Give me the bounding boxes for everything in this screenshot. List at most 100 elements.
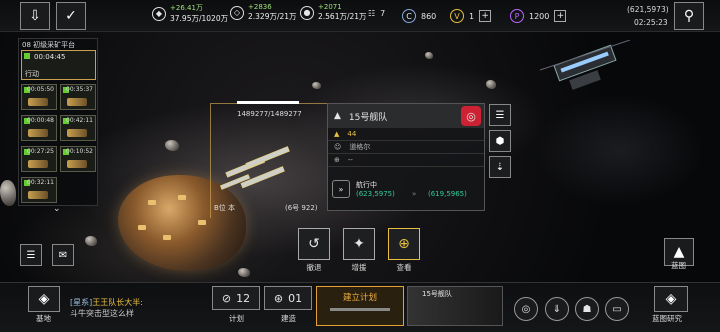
notes-icon[interactable]: ☰ (20, 244, 42, 266)
rank-icon: ▲ (334, 130, 340, 138)
asteroid-small (425, 52, 433, 59)
route-to: (619,5965) (428, 190, 467, 198)
token-icon: V (450, 9, 464, 23)
reinforce-label: 增援 (351, 263, 367, 272)
ship-count: 7 (380, 9, 386, 18)
reinforce-button[interactable]: ✦ (343, 228, 375, 260)
queue-status: 行动 (25, 70, 39, 78)
ore-gain: +26.41万 (170, 4, 203, 12)
chat-box[interactable]: [星系]王王队长大半: 斗牛突击型这么样 (70, 297, 202, 319)
queue-item[interactable]: 00:42:11 (60, 115, 96, 141)
view-label: 查看 (396, 263, 412, 272)
reinforce-icon: ✦ (353, 236, 365, 252)
route-arrow-icon: » (412, 190, 417, 198)
view-icon: ⊕ (398, 236, 410, 252)
build-button[interactable]: ⊛ 01 (264, 286, 312, 310)
coordinates: (621,5973) (627, 5, 669, 14)
queue-main-item[interactable]: 00:04:45 行动 (21, 50, 96, 80)
crew-icon[interactable]: ☗ (575, 297, 599, 321)
base-label: 基地 (36, 314, 51, 323)
fleet-thumbnail[interactable]: 15号舰队 (407, 286, 503, 326)
queue-item[interactable]: 00:00:48 (21, 115, 57, 141)
gem-amount: 1200 (529, 11, 550, 21)
build-plan-button[interactable]: 建立计划 (316, 286, 404, 326)
build-plan-label: 建立计划 (342, 293, 377, 303)
plan-count: 12 (236, 291, 251, 305)
crystal-gain: +2836 (248, 3, 272, 11)
fleet-tag: 15号舰队 (422, 290, 452, 298)
resource-gas[interactable]: ● +2071 2.561万/21万 (300, 3, 367, 22)
fleet-cargo: -- (347, 156, 353, 164)
retreat-label: 撤退 (306, 263, 322, 272)
queue-item[interactable]: 00:27:25 (21, 146, 57, 172)
chevron-up-icon[interactable]: ▲ (334, 111, 341, 121)
gem-counter[interactable]: P 1200 + (510, 9, 567, 23)
fleet-label-a: B位 本 (214, 204, 236, 212)
asteroid-small (0, 180, 16, 206)
ship-icon: ☷ (368, 9, 376, 18)
target-icon[interactable]: ◎ (461, 106, 481, 126)
build-icon: ⊛ (273, 291, 284, 305)
dock-icon[interactable]: ⇣ (489, 156, 511, 178)
add-token-button[interactable]: + (479, 10, 492, 22)
gas-icon: ● (300, 5, 314, 20)
asteroid-small (486, 80, 496, 89)
ship-counter[interactable]: ☷ 7 (368, 9, 385, 18)
crystal-icon: ◇ (230, 5, 244, 20)
queue-item[interactable]: 00:05:50 (21, 84, 57, 110)
gas-amount: 2.561万/21万 (318, 12, 367, 21)
resource-crystal[interactable]: ◇ +2836 2.329万/21万 (230, 3, 297, 22)
retreat-button[interactable]: ↺ (298, 228, 330, 260)
captain-icon: ☺ (334, 143, 342, 151)
asteroid-small (165, 140, 179, 151)
cargo-icon: ⊕ (334, 156, 340, 164)
retreat-icon: ↺ (308, 236, 320, 252)
token-counter[interactable]: V 1 + (450, 9, 492, 23)
chat-user: 王王队长大半: (92, 298, 143, 307)
status-icon (24, 53, 30, 59)
fleet-state: 航行中 (356, 181, 377, 189)
credits-counter[interactable]: C 860 (402, 9, 436, 23)
resource-ore[interactable]: ◆ +26.41万 37.95万/1020万 (152, 3, 228, 24)
panel-title: 15号舰队 (348, 112, 388, 123)
plan-button[interactable]: ⊘ 12 (212, 286, 260, 310)
fleet-level: 44 (347, 130, 357, 138)
asteroid-small (85, 236, 97, 246)
crystal-amount: 2.329万/21万 (248, 12, 297, 21)
fleet-hp-bar (237, 101, 299, 104)
queue-item[interactable]: 00:10:52 (60, 146, 96, 172)
task-icon[interactable]: ✓ (56, 2, 86, 30)
plan-progress (330, 308, 390, 311)
plan-label: 计划 (229, 314, 244, 323)
base-button[interactable]: ◈ (28, 286, 60, 312)
sailing-icon: » (332, 180, 350, 198)
cube-icon[interactable]: ⬢ (489, 130, 511, 152)
mail-icon[interactable]: ✉ (52, 244, 74, 266)
gas-gain: +2071 (318, 3, 342, 11)
chevron-down-icon[interactable]: ⌄ (53, 204, 61, 214)
route-from: (623,5975) (356, 190, 395, 198)
base-icon: ◈ (38, 291, 50, 307)
add-gem-button[interactable]: + (554, 10, 567, 22)
credits-icon: C (402, 9, 416, 23)
research-label: 蓝图研究 (652, 314, 682, 323)
location-pin-icon[interactable]: ⚲ (674, 2, 704, 30)
view-button[interactable]: ⊕ (388, 228, 420, 260)
build-count: 01 (288, 291, 303, 305)
selection-bracket (210, 103, 330, 218)
download-icon[interactable]: ⇩ (20, 2, 50, 30)
gem-icon: P (510, 9, 524, 23)
research-button[interactable]: ◈ (654, 286, 688, 312)
clock: 02:25:23 (634, 18, 668, 27)
asteroid-small (312, 82, 321, 89)
folder-icon[interactable]: ▭ (605, 297, 629, 321)
galaxy-icon[interactable]: ◎ (514, 297, 538, 321)
queue-item[interactable]: 00:35:37 (60, 84, 96, 110)
fleet-down-icon[interactable]: ⇓ (545, 297, 569, 321)
chat-message: 斗牛突击型这么样 (70, 309, 134, 318)
chat-channel: [星系] (70, 298, 93, 307)
list-icon[interactable]: ☰ (489, 104, 511, 126)
space-station[interactable] (540, 40, 630, 110)
queue-item[interactable]: 00:32:11 (21, 177, 57, 203)
fleet-captain: 道格尔 (349, 143, 371, 151)
